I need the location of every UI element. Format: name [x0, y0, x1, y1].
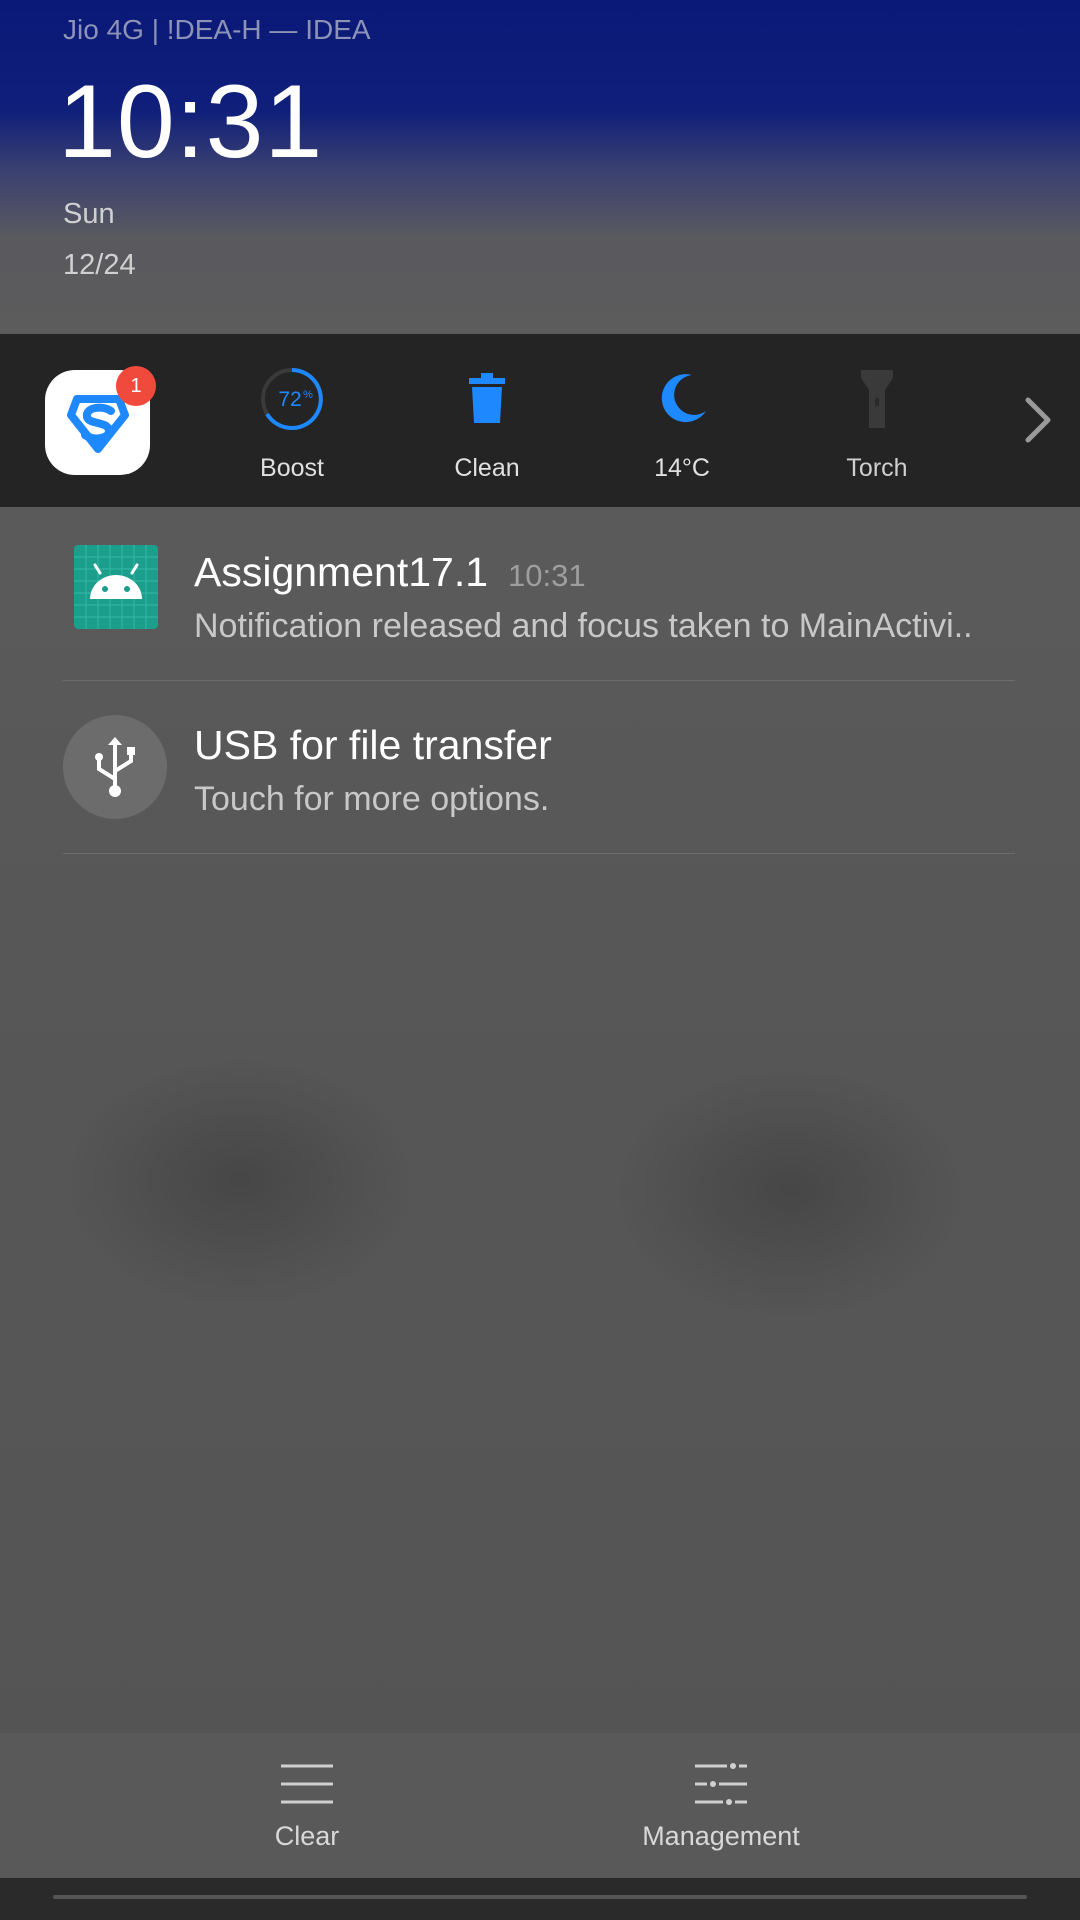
- background-shadow: [610, 1060, 970, 1320]
- clock: 10:31: [58, 64, 324, 180]
- clear-all-icon: [281, 1764, 333, 1804]
- management-label: Management: [642, 1821, 800, 1851]
- settings-sliders-icon: [695, 1763, 747, 1805]
- clear-button[interactable]: Clear: [197, 1763, 417, 1852]
- boost-percent-value: 72: [278, 388, 301, 411]
- boost-label: Boost: [260, 454, 324, 482]
- usb-notification-title: USB for file transfer: [194, 722, 552, 768]
- notification-assignment[interactable]: Assignment17.1 10:31 Notification release…: [63, 507, 1015, 681]
- flashlight-icon: [842, 364, 912, 434]
- notification-count-badge: 1: [116, 366, 156, 406]
- carrier-label: Jio 4G | !DEA-H — IDEA: [63, 14, 371, 45]
- usb-icon-circle: [63, 715, 167, 819]
- boost-gauge-icon: 72 %: [257, 364, 327, 434]
- notification-usb[interactable]: USB for file transfer Touch for more opt…: [63, 680, 1015, 854]
- navigation-strip: [0, 1878, 1080, 1920]
- home-gesture-bar[interactable]: [53, 1895, 1027, 1899]
- bottom-action-bar: Clear Management: [0, 1733, 1080, 1878]
- clean-toggle[interactable]: Clean: [412, 364, 562, 483]
- notification-body: Notification released and focus taken to…: [194, 607, 973, 645]
- boost-toggle[interactable]: 72 % Boost: [217, 364, 367, 483]
- trash-icon: [452, 364, 522, 434]
- weather-toggle[interactable]: 14°C: [607, 364, 757, 483]
- date-label: 12/24: [63, 249, 136, 281]
- usb-icon: [95, 737, 135, 797]
- management-button[interactable]: Management: [611, 1763, 831, 1852]
- chevron-right-icon[interactable]: [1018, 394, 1058, 446]
- notification-time: 10:31: [508, 558, 586, 593]
- moon-icon: [647, 364, 717, 434]
- day-label: Sun: [63, 198, 115, 230]
- background-shadow: [60, 1050, 420, 1310]
- boost-percent-unit: %: [303, 389, 313, 401]
- torch-label: Torch: [846, 454, 908, 482]
- clean-label: Clean: [454, 454, 520, 482]
- clear-label: Clear: [274, 1821, 340, 1851]
- android-app-icon: [74, 545, 158, 629]
- quick-toggle-bar: 1 72 % Boost Clean 14°C Torch: [0, 334, 1080, 507]
- security-app-button[interactable]: 1: [45, 366, 156, 475]
- weather-label: 14°C: [654, 454, 710, 482]
- notification-app-name: Assignment17.1: [194, 549, 489, 595]
- torch-toggle[interactable]: Torch: [802, 364, 952, 483]
- notification-title: Assignment17.1 10:31: [194, 549, 586, 596]
- usb-notification-body: Touch for more options.: [194, 780, 550, 818]
